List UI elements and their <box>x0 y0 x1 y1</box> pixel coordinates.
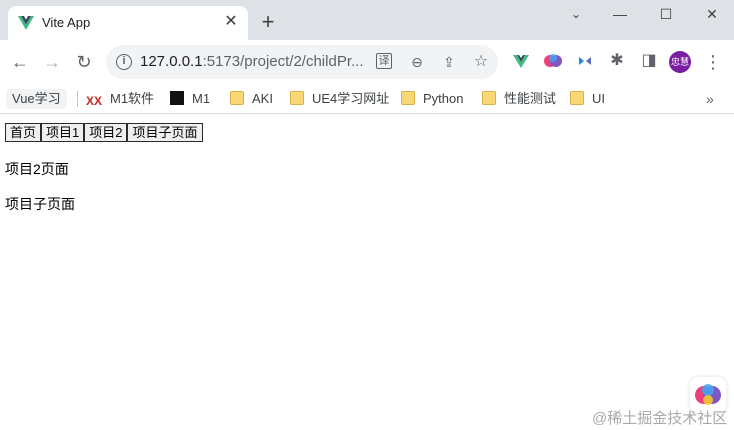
tab-close-icon[interactable]: ✕ <box>222 13 240 31</box>
side-panel-icon[interactable]: ◨ <box>638 50 660 72</box>
bookmark-ue4[interactable]: UE4学习网址 <box>290 89 389 109</box>
url-host: 127.0.0.1 <box>140 53 203 70</box>
window-close-button[interactable]: ✕ <box>698 4 726 24</box>
child-page-text: 项目子页面 <box>5 196 75 212</box>
nav-button-project1[interactable]: 项目1 <box>41 123 85 142</box>
zoom-icon[interactable]: ⊖ <box>408 53 426 71</box>
tab-strip: Vite App ✕ + ⌄ — ☐ ✕ <box>0 0 734 40</box>
browser-menu-icon[interactable]: ⋮ <box>704 50 722 74</box>
site-info-icon[interactable]: i <box>116 54 132 70</box>
bookmark-label: Python <box>423 91 464 106</box>
bookmark-label: 性能测试 <box>504 91 557 106</box>
router-nav: 首页 项目1 项目2 项目子页面 <box>5 123 203 142</box>
bookmark-m1-software[interactable]: XX M1软件 <box>86 89 154 109</box>
bookmarks-divider <box>77 91 78 107</box>
bookmark-perf-test[interactable]: 性能测试 <box>482 89 556 109</box>
tab-title: Vite App <box>42 15 91 30</box>
browser-tab[interactable]: Vite App ✕ <box>8 6 248 40</box>
nav-button-project2[interactable]: 项目2 <box>84 123 128 142</box>
bookmark-aki[interactable]: AKI <box>230 89 273 109</box>
bow-extension-icon[interactable] <box>574 50 596 72</box>
bookmark-label: AKI <box>252 91 273 106</box>
folder-icon <box>401 91 415 105</box>
folder-icon <box>570 91 584 105</box>
folder-icon <box>230 91 244 105</box>
tab-search-chevron-icon[interactable]: ⌄ <box>562 4 590 24</box>
folder-icon <box>290 91 304 105</box>
bookmarks-bar: Vue学习 XX M1软件 M1 AKI UE4学习网址 Python 性能测试 … <box>0 84 734 114</box>
folder-icon <box>482 91 496 105</box>
bookmark-python[interactable]: Python <box>401 89 463 109</box>
extensions-puzzle-icon[interactable]: ✱ <box>606 50 628 72</box>
nav-button-home[interactable]: 首页 <box>5 123 42 142</box>
back-button[interactable]: ← <box>8 50 32 74</box>
maximize-button[interactable]: ☐ <box>652 4 680 24</box>
vue-logo-icon <box>18 16 34 30</box>
reload-button[interactable]: ↻ <box>72 50 96 74</box>
address-bar[interactable]: i 127.0.0.1:5173/project/2/childPr... 译 … <box>106 45 498 79</box>
watermark-text: @稀土掘金技术社区 <box>592 410 728 427</box>
browser-toolbar: ← → ↻ i 127.0.0.1:5173/project/2/childPr… <box>0 40 734 84</box>
brain-extension-icon[interactable] <box>542 50 564 72</box>
bookmark-m1[interactable]: M1 <box>170 89 210 109</box>
nav-button-child-page[interactable]: 项目子页面 <box>127 123 203 142</box>
bookmark-label: UI <box>592 91 605 106</box>
bookmarks-overflow-icon[interactable]: » <box>706 89 714 109</box>
bookmark-label: UE4学习网址 <box>312 91 390 106</box>
xx-logo-icon: XX <box>86 94 103 108</box>
bookmark-label: M1软件 <box>110 91 155 106</box>
minimize-button[interactable]: — <box>606 4 634 24</box>
m1-logo-icon <box>170 91 184 105</box>
bookmark-star-icon[interactable]: ☆ <box>472 53 490 71</box>
translate-icon[interactable]: 译 <box>376 53 392 69</box>
bookmark-ui[interactable]: UI <box>570 89 605 109</box>
profile-avatar[interactable]: 忠慧 <box>669 51 691 73</box>
forward-button[interactable]: → <box>40 50 64 74</box>
vue-devtools-icon[interactable] <box>510 50 532 72</box>
new-tab-button[interactable]: + <box>256 11 280 35</box>
url-text[interactable]: 127.0.0.1:5173/project/2/childPr... <box>140 53 376 70</box>
project-page-text: 项目2页面 <box>5 161 69 177</box>
page-viewport: 首页 项目1 项目2 项目子页面 项目2页面 项目子页面 @稀土掘金技术社区 <box>0 115 734 430</box>
bookmark-vue[interactable]: Vue学习 <box>6 89 67 109</box>
url-path: :5173/project/2/childPr... <box>202 53 364 70</box>
bookmark-label: M1 <box>192 91 211 106</box>
share-icon[interactable]: ⇪ <box>440 53 458 71</box>
